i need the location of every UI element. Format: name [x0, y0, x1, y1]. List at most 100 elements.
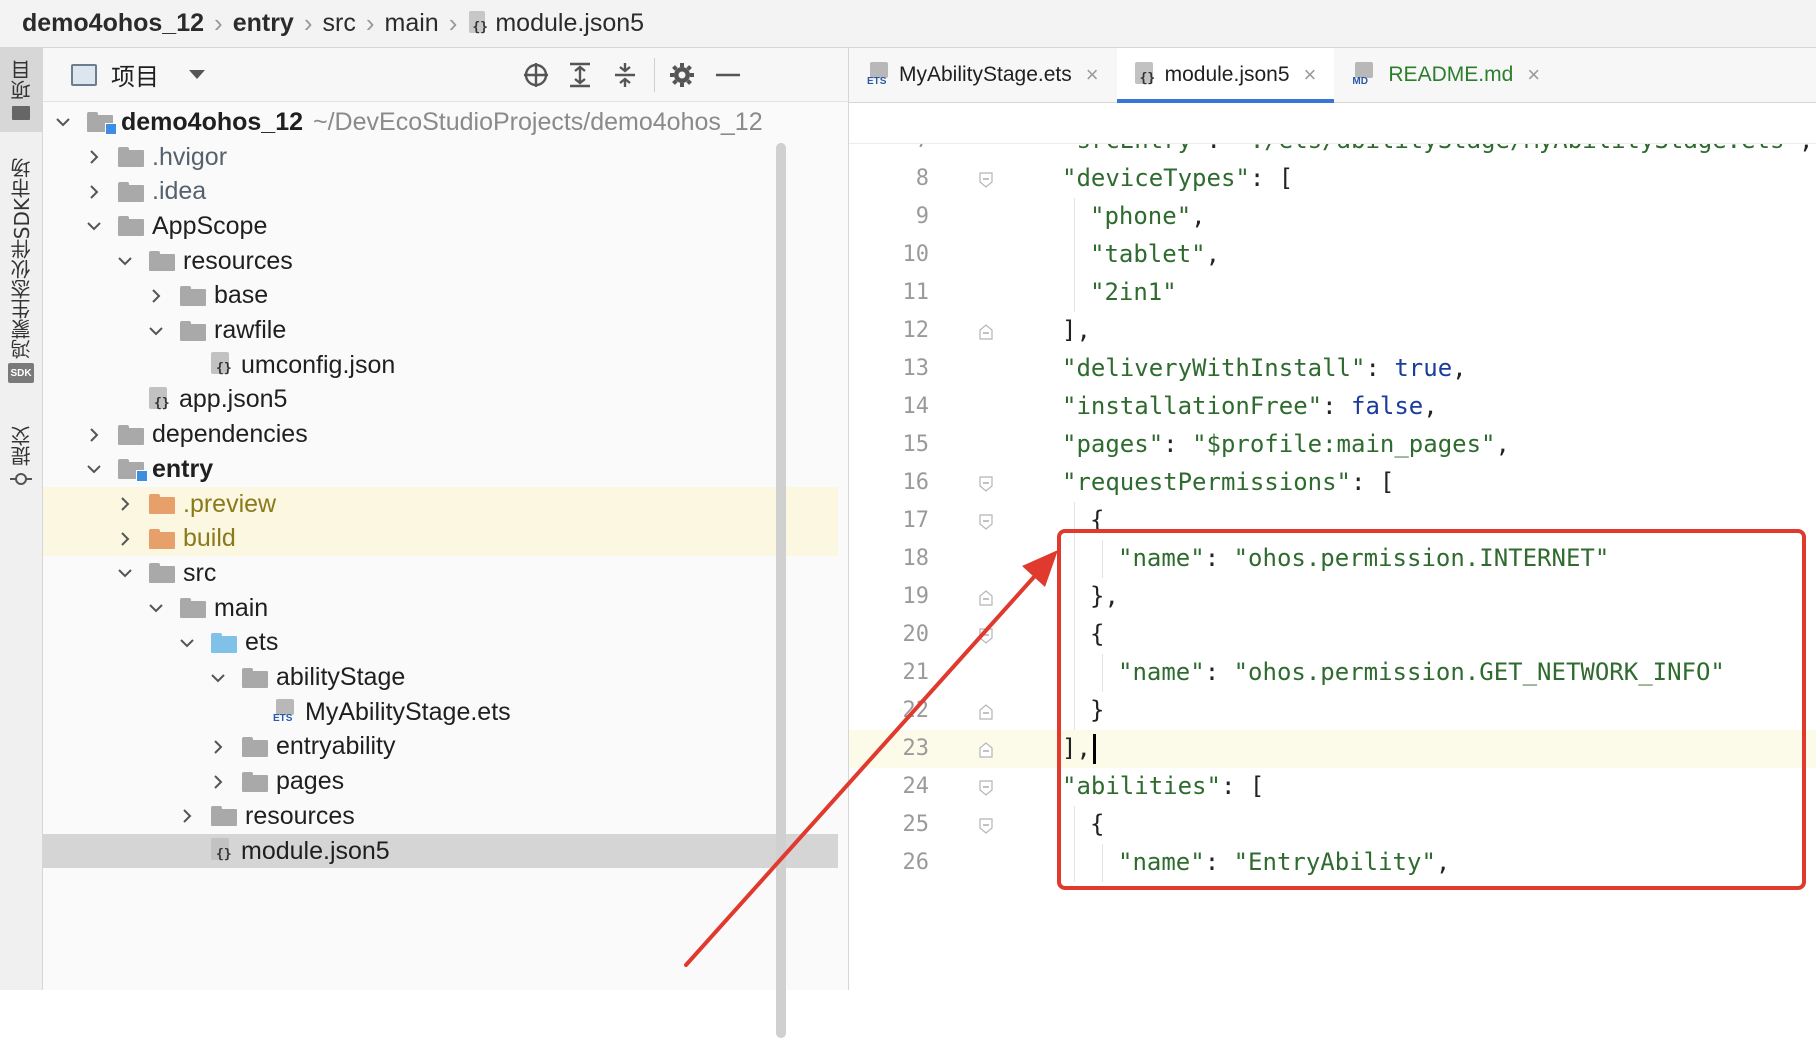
code-token: false [1351, 392, 1424, 420]
editor-tab[interactable]: ETS MyAbilityStage.ets × [849, 48, 1117, 102]
chevron-right-icon[interactable] [177, 806, 197, 826]
chevron-right-icon[interactable] [208, 737, 228, 757]
indent-guide [1102, 540, 1103, 578]
chevron-down-icon[interactable] [53, 112, 73, 132]
tree-scrollbar[interactable] [776, 143, 786, 1038]
code-token: "deliveryWithInstall" [1062, 354, 1366, 382]
code-line: ], [1062, 734, 1096, 764]
code-token: { [1090, 506, 1105, 534]
chevron-right-icon[interactable] [84, 182, 104, 202]
line-number: 20 [902, 622, 930, 647]
tree-item[interactable]: AppScope [43, 209, 838, 244]
editor-tab[interactable]: {} module.json5 × [1116, 48, 1335, 103]
tree-item[interactable]: {} umconfig.json [43, 348, 838, 383]
tree-item[interactable]: .preview [43, 486, 838, 522]
project-view-selector[interactable]: 项目 [71, 57, 205, 92]
indent-guide [1102, 654, 1103, 692]
fold-close-icon[interactable] [979, 590, 993, 606]
chevron-down-icon[interactable] [84, 216, 104, 236]
code-token: "abilities" [1062, 772, 1221, 800]
tree-item[interactable]: ETS MyAbilityStage.ets [43, 695, 838, 730]
fold-open-icon[interactable] [979, 628, 993, 644]
editor-tab[interactable]: MD README.md × [1334, 48, 1558, 102]
tree-item[interactable]: pages [43, 764, 838, 799]
tree-item[interactable]: ets [43, 626, 838, 661]
chevron-right-icon[interactable] [146, 286, 166, 306]
breadcrumb-item[interactable]: {} module.json5 [467, 9, 644, 38]
chevron-down-icon[interactable] [177, 633, 197, 653]
fold-open-icon[interactable] [979, 172, 993, 188]
code-token: ], [1062, 734, 1091, 762]
indent-guide [1074, 654, 1075, 692]
tool-tab-project-label: 项目 [9, 60, 34, 100]
code-line: "name": "ohos.permission.INTERNET" [1118, 544, 1609, 572]
tree-item-label: resources [183, 246, 293, 275]
tree-item[interactable]: demo4ohos_12 ~/DevEcoStudioProjects/demo4… [43, 105, 838, 140]
tree-item[interactable]: entryability [43, 730, 838, 765]
tree-item[interactable]: abilityStage [43, 660, 838, 695]
tree-item[interactable]: main [43, 591, 838, 626]
chevron-right-icon[interactable] [115, 529, 135, 549]
chevron-down-icon[interactable] [115, 563, 135, 583]
chevron-down-icon[interactable] [146, 321, 166, 341]
collapse-all-icon[interactable] [610, 60, 640, 90]
fold-open-icon[interactable] [979, 780, 993, 796]
tree-item[interactable]: resources [43, 244, 838, 279]
breadcrumb-item[interactable]: main [385, 9, 439, 38]
tree-item[interactable]: src [43, 556, 838, 591]
chevron-down-icon[interactable] [84, 459, 104, 479]
indent-guide [1074, 692, 1075, 730]
tree-item-label: main [214, 593, 269, 622]
chevron-down-icon[interactable] [208, 668, 228, 688]
tree-item-label: entry [152, 454, 214, 483]
tool-tab-project[interactable]: 项目 [0, 48, 42, 132]
expand-all-icon[interactable] [565, 60, 595, 90]
breadcrumb-item[interactable]: demo4ohos_12 [22, 9, 204, 38]
code-line: "2in1" [1090, 278, 1177, 306]
chevron-down-icon[interactable] [115, 251, 135, 271]
chevron-right-icon[interactable] [84, 147, 104, 167]
chevron-right-icon[interactable] [84, 425, 104, 445]
tree-item[interactable]: build [43, 521, 838, 557]
json-file-icon: {} [211, 838, 235, 864]
tree-item-label: .idea [152, 177, 207, 206]
close-icon[interactable]: × [1527, 62, 1540, 88]
code-line: { [1090, 620, 1104, 648]
chevron-right-icon[interactable] [115, 494, 135, 514]
tree-item[interactable]: resources [43, 799, 838, 834]
tree-item[interactable]: {} module.json5 [43, 833, 838, 869]
settings-gear-icon[interactable] [667, 60, 697, 90]
tool-tab-sdk-market[interactable]: 鸿蒙生态伙伴SDK市场 SDK [0, 158, 42, 398]
tree-item[interactable]: .idea [43, 174, 838, 209]
fold-open-icon[interactable] [979, 476, 993, 492]
fold-close-icon[interactable] [979, 742, 993, 758]
minimize-icon[interactable] [713, 60, 743, 90]
close-icon[interactable]: × [1086, 62, 1099, 88]
tree-item-label: abilityStage [276, 663, 406, 692]
line-number: 19 [902, 584, 930, 609]
fold-open-icon[interactable] [979, 514, 993, 530]
tree-scrollbar-thumb[interactable] [776, 143, 786, 1038]
tool-tab-commit[interactable]: 提交 [0, 426, 42, 496]
fold-open-icon[interactable] [979, 818, 993, 834]
breadcrumb-item[interactable]: src [323, 9, 356, 38]
chevron-right-icon[interactable] [208, 772, 228, 792]
fold-close-icon[interactable] [979, 704, 993, 720]
tree-item[interactable]: entry [43, 452, 838, 487]
code-line: "requestPermissions": [ [1062, 468, 1394, 496]
chevron-down-icon[interactable] [146, 598, 166, 618]
fold-close-icon[interactable] [979, 324, 993, 340]
close-icon[interactable]: × [1304, 62, 1317, 88]
code-editor[interactable]: 7 "srcEntry": "./ets/abilityStage/MyAbili… [849, 144, 1816, 992]
tree-item[interactable]: .hvigor [43, 140, 838, 175]
tree-item[interactable]: base [43, 279, 838, 314]
locate-icon[interactable] [521, 60, 551, 90]
indent-guide [1074, 540, 1075, 578]
tree-item[interactable]: rawfile [43, 313, 838, 348]
tree-item[interactable]: {} app.json5 [43, 383, 838, 418]
code-token: : [1204, 544, 1234, 572]
breadcrumb-item[interactable]: entry [233, 9, 294, 38]
current-line-highlight [849, 730, 1816, 768]
tree-item[interactable]: dependencies [43, 417, 838, 452]
